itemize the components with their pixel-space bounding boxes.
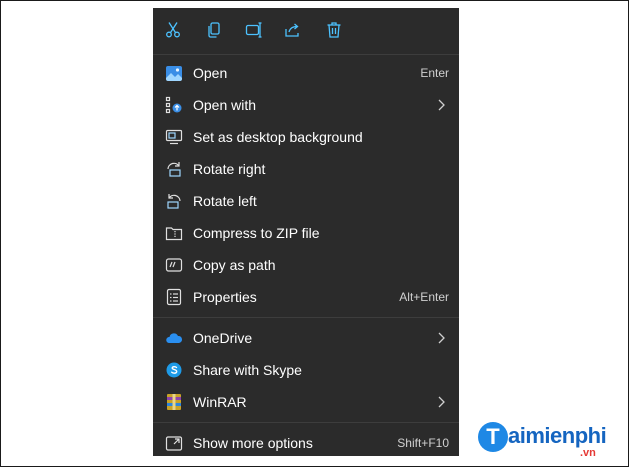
rotate-left-icon: [165, 192, 183, 210]
shortcut-text: Shift+F10: [397, 436, 449, 450]
menu-item-open-with[interactable]: Open with: [153, 89, 459, 121]
menu-item-label: WinRAR: [193, 394, 247, 410]
zip-folder-icon: [165, 224, 183, 242]
share-button[interactable]: [281, 18, 305, 42]
menu-item-share-skype[interactable]: Share with Skype: [153, 354, 459, 386]
separator: [153, 317, 459, 318]
taimienphi-logo: T aimienphi .vn: [478, 418, 618, 460]
copy-path-icon: [165, 256, 183, 274]
open-with-icon: [165, 96, 183, 114]
cut-icon: [166, 22, 180, 38]
menu-item-label: Copy as path: [193, 257, 276, 273]
copy-icon: [208, 22, 220, 38]
rename-button[interactable]: [242, 18, 266, 42]
skype-icon: [165, 361, 183, 379]
logo-suffix: .vn: [580, 447, 596, 459]
menu-item-open[interactable]: Open Enter: [153, 57, 459, 89]
menu-item-set-desktop-background[interactable]: Set as desktop background: [153, 121, 459, 153]
chevron-right-icon: [438, 99, 445, 111]
menu-item-label: Rotate right: [193, 161, 266, 177]
menu-item-label: Rotate left: [193, 193, 257, 209]
menu-item-rotate-right[interactable]: Rotate right: [153, 153, 459, 185]
rename-icon: [245, 22, 262, 38]
desktop-background-icon: [165, 128, 183, 146]
show-more-options-icon: [165, 434, 183, 452]
context-menu-toolbar: [153, 8, 459, 54]
menu-item-label: Properties: [193, 289, 257, 305]
menu-item-winrar[interactable]: WinRAR: [153, 386, 459, 418]
context-menu: Open Enter Open with Set as desktop back…: [153, 8, 459, 456]
onedrive-icon: [165, 329, 183, 347]
chevron-right-icon: [438, 332, 445, 344]
separator: [153, 422, 459, 423]
delete-icon: [327, 22, 341, 38]
chevron-right-icon: [438, 396, 445, 408]
menu-item-label: Show more options: [193, 435, 313, 451]
menu-item-label: Open with: [193, 97, 257, 113]
cut-button[interactable]: [161, 18, 185, 42]
photos-icon: [165, 64, 183, 82]
properties-icon: [165, 288, 183, 306]
shortcut-text: Enter: [420, 66, 449, 80]
menu-item-compress-zip[interactable]: Compress to ZIP file: [153, 217, 459, 249]
menu-item-properties[interactable]: Properties Alt+Enter: [153, 281, 459, 313]
menu-item-label: Share with Skype: [193, 362, 302, 378]
logo-initial: T: [478, 422, 508, 452]
logo-text: aimienphi: [508, 423, 607, 448]
copy-button[interactable]: [202, 18, 226, 42]
separator: [153, 54, 459, 55]
menu-item-copy-as-path[interactable]: Copy as path: [153, 249, 459, 281]
menu-item-label: Open: [193, 65, 228, 81]
menu-item-label: Compress to ZIP file: [193, 225, 320, 241]
menu-item-onedrive[interactable]: OneDrive: [153, 322, 459, 354]
menu-item-label: Set as desktop background: [193, 129, 363, 145]
rotate-right-icon: [165, 160, 183, 178]
delete-button[interactable]: [322, 18, 346, 42]
share-icon: [285, 23, 299, 37]
menu-item-rotate-left[interactable]: Rotate left: [153, 185, 459, 217]
menu-item-label: OneDrive: [193, 330, 253, 346]
winrar-icon: [165, 393, 183, 411]
menu-item-show-more-options[interactable]: Show more options Shift+F10: [153, 427, 459, 459]
shortcut-text: Alt+Enter: [399, 290, 449, 304]
